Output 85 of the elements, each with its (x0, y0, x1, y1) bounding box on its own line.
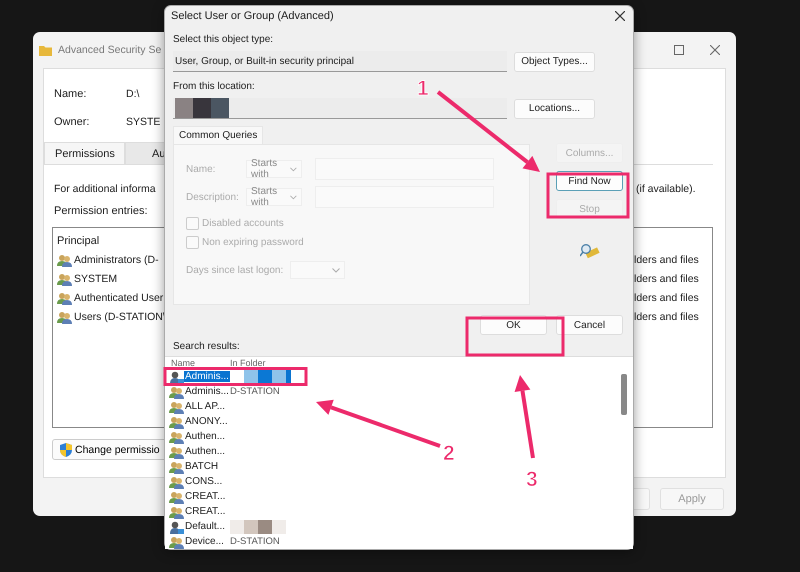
field-label: From this location: (173, 81, 255, 94)
redacted-block (193, 98, 211, 118)
shield-icon (59, 442, 73, 456)
user-group-icon (169, 400, 184, 414)
list-item[interactable]: Authen... (184, 431, 230, 442)
dialog-title: Select User or Group (Advanced) (171, 10, 334, 22)
redacted-block (272, 370, 286, 384)
user-group-icon (169, 414, 184, 428)
list-item[interactable]: ALL AP... (184, 401, 230, 412)
redacted-block (272, 520, 286, 534)
user-group-icon (57, 252, 72, 266)
chevron-icon (290, 194, 297, 200)
field-label: Name: (54, 88, 88, 100)
list-item[interactable]: Authen... (184, 446, 230, 457)
column-header: Name (171, 358, 196, 369)
redacted-block (244, 520, 258, 534)
column-header: In Folder (230, 358, 266, 369)
user-group-icon (169, 444, 184, 458)
table-cell: lders and files (634, 292, 699, 304)
user-group-icon (169, 504, 184, 518)
scrollbar-thumb[interactable] (621, 374, 627, 415)
table-cell: D-STATION (230, 536, 280, 547)
object-types-button[interactable]: Object Types... (514, 52, 595, 72)
checkbox-label: Disabled accounts (202, 218, 284, 229)
user-computer-icon (169, 370, 184, 384)
folder-icon (39, 44, 52, 56)
info-text: For additional informa (54, 183, 156, 195)
list-item[interactable]: Default... (184, 521, 230, 532)
section-label: Permission entries: (54, 205, 148, 219)
cancel-button[interactable]: Cancel (556, 315, 623, 335)
window-title: Advanced Security Se (58, 44, 162, 56)
field-value: SYSTE (126, 116, 160, 128)
redacted-block (258, 370, 272, 384)
user-group-icon (169, 460, 184, 474)
column-header: Principal (57, 234, 100, 246)
user-group-icon (169, 490, 184, 504)
table-cell: lders and files (634, 272, 699, 284)
list-item[interactable]: Authenticated User (74, 292, 164, 304)
redacted-block (230, 520, 244, 534)
list-item[interactable]: CONS... (184, 476, 230, 487)
table-cell: lders and files (634, 310, 699, 322)
list-item[interactable]: ANONY... (184, 416, 230, 427)
field-label: Name: (186, 164, 216, 174)
close-icon[interactable] (615, 11, 625, 21)
user-group-icon (57, 272, 72, 286)
field-label: Days since last logon: (186, 264, 284, 276)
table-cell: D-STATION (230, 386, 280, 397)
close-icon[interactable] (710, 45, 720, 55)
user-group-icon (57, 290, 72, 304)
maximize-icon[interactable] (674, 45, 684, 55)
redacted-block (258, 520, 272, 534)
magnifier-icon (580, 243, 600, 259)
field-label: Select this object type: (173, 34, 274, 47)
user-group-icon (57, 310, 72, 324)
redacted-block (244, 370, 258, 384)
list-item[interactable]: BATCH (184, 461, 230, 472)
redacted-block (211, 98, 229, 118)
user-computer-icon (169, 520, 184, 534)
user-group-icon (169, 430, 184, 444)
tab[interactable]: Permissions (44, 142, 125, 164)
checkbox-label: Non expiring password (202, 237, 304, 248)
list-item[interactable]: Adminis... (184, 371, 230, 382)
field-value: D:\ (126, 88, 140, 100)
list-item[interactable]: SYSTEM (74, 272, 118, 284)
table-cell: lders and files (634, 254, 699, 266)
field-label: Owner: (54, 116, 90, 128)
field-label: Description: (186, 192, 240, 202)
list-item[interactable]: CREAT... (184, 491, 230, 502)
user-group-icon (169, 534, 184, 548)
user-group-icon (169, 384, 184, 398)
list-item[interactable]: Adminis... (184, 386, 230, 397)
user-group-icon (169, 474, 184, 488)
object-type-field: User, Group, or Built-in security principal (173, 51, 507, 72)
list-item[interactable]: Users (D-STATION\ (74, 310, 166, 322)
section-label: Search results: (173, 341, 241, 354)
chevron-icon (332, 268, 340, 272)
redacted-block (175, 98, 193, 118)
chevron-icon (290, 166, 297, 172)
list-item[interactable]: Administrators (D- (74, 254, 159, 266)
list-item[interactable]: Device... (184, 536, 230, 547)
step-number: 1 (417, 77, 429, 100)
list-item[interactable]: CREAT... (184, 506, 230, 517)
redacted-block (230, 370, 244, 384)
locations-button[interactable]: Locations... (514, 98, 595, 118)
info-text: (if available). (636, 183, 696, 195)
